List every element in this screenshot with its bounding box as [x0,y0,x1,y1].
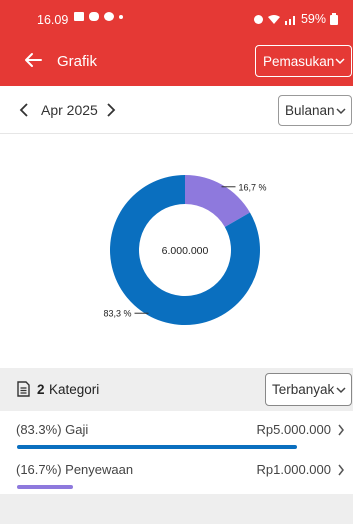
category-summary-bar: 2 Kategori Terbanyak [0,368,353,411]
wifi-icon [267,14,280,24]
transaction-type-value: Pemasukan [263,53,335,69]
slice-percent-label: 16,7 % [239,182,267,192]
system-icons: 59% [253,12,338,26]
page-title: Grafik [57,53,98,70]
alarm-icon [253,14,263,24]
sort-value: Terbanyak [272,382,335,397]
category-label: (16.7%) Penyewaan [16,462,134,477]
more-notifications-icon [119,14,123,19]
arrow-left-icon[interactable] [22,49,44,71]
facebook-notification-icon [104,12,114,21]
category-count: 2 [37,382,45,397]
document-icon [17,381,30,397]
signal-icon [284,15,295,25]
category-row-penyewaan[interactable]: (16.7%) Penyewaan Rp1.000.000 [0,453,353,493]
category-share-bar [17,445,297,449]
category-amount: Rp5.000.000 [256,422,331,437]
status-bar: 16.09 59% [0,0,353,38]
category-label: (83.3%) Gaji [16,422,89,437]
app-bar: Grafik Pemasukan [0,38,353,86]
notification-icons [74,12,123,21]
cloud-notification-icon [89,12,99,21]
category-count-label: Kategori [49,382,100,397]
chevron-left-icon[interactable] [17,101,31,119]
battery-percentage: 59% [300,12,326,26]
transaction-type-dropdown[interactable]: Pemasukan [255,45,352,77]
status-time: 16.09 [37,13,69,27]
sort-dropdown[interactable]: Terbanyak [265,373,352,406]
donut-chart: 6.000.000 16,7 % 83,3 % [0,134,353,368]
footer-area [0,494,353,524]
interval-dropdown[interactable]: Bulanan [278,95,352,126]
period-label: Apr 2025 [41,102,98,118]
period-selector: Apr 2025 Bulanan [0,86,353,134]
gallery-notification-icon [74,12,84,21]
battery-icon [330,13,338,25]
interval-value: Bulanan [285,103,335,118]
chevron-right-icon[interactable] [104,101,118,119]
chevron-down-icon [336,387,346,394]
category-list: (83.3%) Gaji Rp5.000.000 (16.7%) Penyewa… [0,411,353,494]
chevron-down-icon [335,58,345,65]
chevron-down-icon [336,108,346,115]
donut-chart-svg: 6.000.000 16,7 % 83,3 % [103,175,267,325]
category-share-bar [17,485,73,489]
category-amount: Rp1.000.000 [256,462,331,477]
chart-center-total: 6.000.000 [162,245,209,257]
chevron-right-icon [338,424,344,436]
chevron-right-icon [338,464,344,476]
slice-percent-label: 83,3 % [103,309,131,319]
category-row-gaji[interactable]: (83.3%) Gaji Rp5.000.000 [0,413,353,453]
